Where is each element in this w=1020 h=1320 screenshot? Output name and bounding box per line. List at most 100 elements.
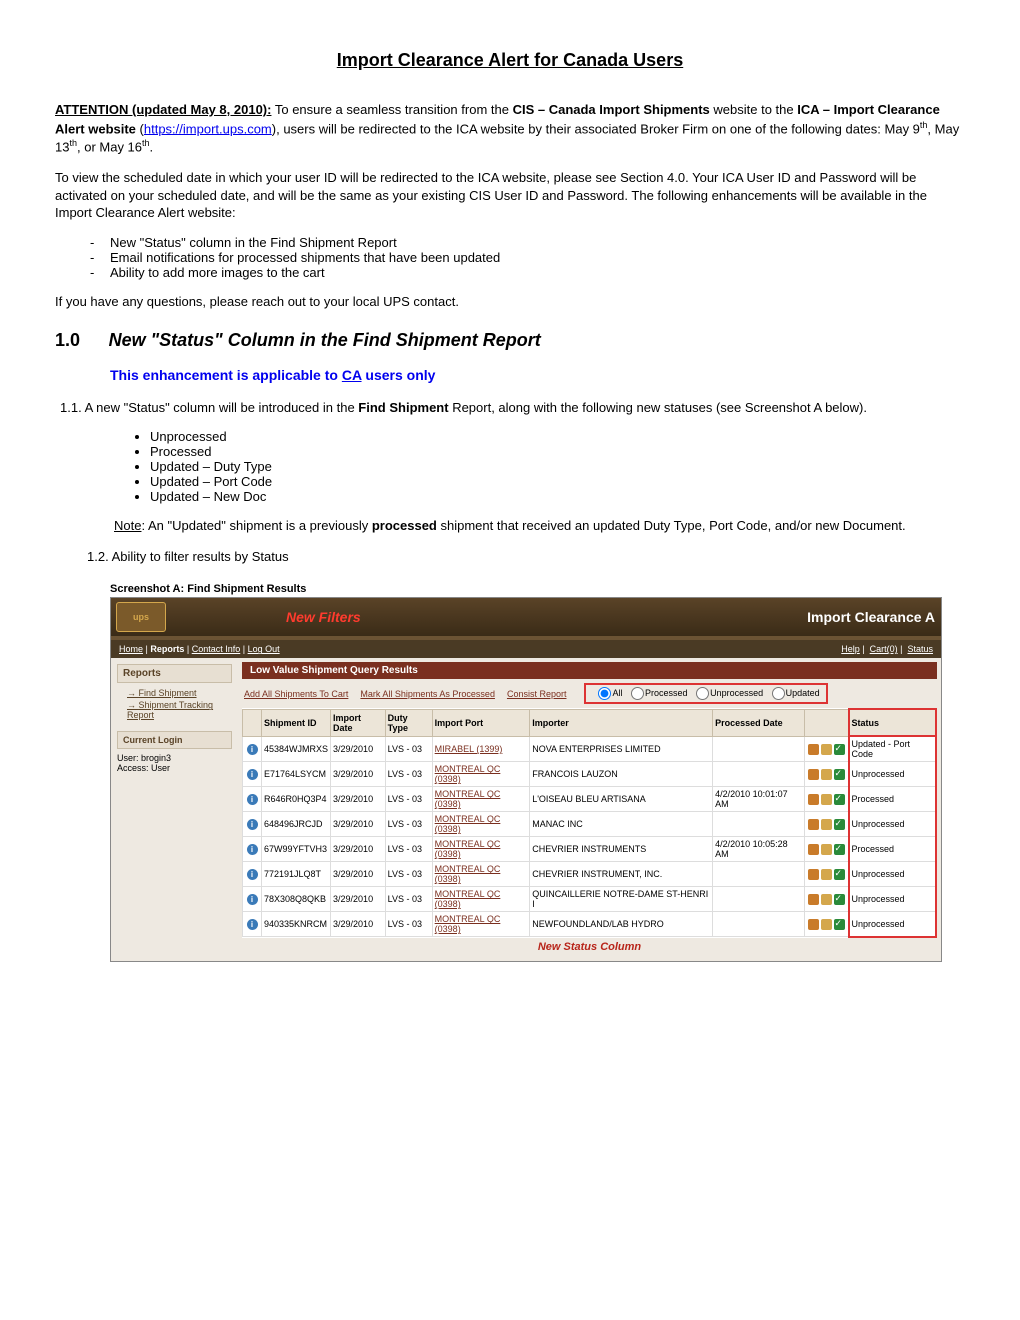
cell-port-link[interactable]: MONTREAL QC (0398)	[435, 789, 501, 809]
list-item: Updated – Port Code	[150, 474, 965, 489]
info-icon[interactable]: i	[247, 894, 258, 905]
col-shipment-id[interactable]: Shipment ID	[262, 709, 331, 736]
cell-port-link[interactable]: MONTREAL QC (0398)	[435, 889, 501, 909]
list-item: Email notifications for processed shipme…	[110, 250, 965, 265]
info-icon[interactable]: i	[247, 869, 258, 880]
info-icon[interactable]: i	[247, 769, 258, 780]
cart-icon[interactable]	[821, 844, 832, 855]
check-icon[interactable]	[834, 794, 845, 805]
cell-duty-type: LVS - 03	[385, 912, 432, 937]
filter-all-radio[interactable]	[598, 687, 611, 700]
mark-all-link[interactable]: Mark All Shipments As Processed	[360, 689, 495, 699]
cell-status: Processed	[849, 787, 936, 812]
cell-importer: L'OISEAU BLEU ARTISANA	[530, 787, 713, 812]
ica-link[interactable]: https://import.ups.com	[144, 121, 272, 136]
nav-status[interactable]: Status	[907, 644, 933, 654]
col-processed-date[interactable]: Processed Date	[713, 709, 804, 736]
folder-icon[interactable]	[808, 744, 819, 755]
status-list: Unprocessed Processed Updated – Duty Typ…	[55, 429, 965, 504]
col-importer[interactable]: Importer	[530, 709, 713, 736]
cell-duty-type: LVS - 03	[385, 736, 432, 762]
cell-port-link[interactable]: MONTREAL QC (0398)	[435, 814, 501, 834]
cell-port-link[interactable]: MIRABEL (1399)	[435, 744, 503, 754]
cell-port-link[interactable]: MONTREAL QC (0398)	[435, 839, 501, 859]
cell-shipment-id: 45384WJMRXS	[262, 736, 331, 762]
folder-icon[interactable]	[808, 894, 819, 905]
cell-processed-date: 4/2/2010 10:01:07 AM	[713, 787, 804, 812]
col-import-date[interactable]: Import Date	[331, 709, 386, 736]
folder-icon[interactable]	[808, 769, 819, 780]
filter-updated-radio[interactable]	[772, 687, 785, 700]
sidebar: Reports Find Shipment Shipment Tracking …	[111, 658, 238, 961]
nav-contact[interactable]: Contact Info	[192, 644, 241, 654]
screenshot-caption: Screenshot A: Find Shipment Results	[110, 583, 965, 595]
cart-icon[interactable]	[821, 744, 832, 755]
table-header-row: Shipment ID Import Date Duty Type Import…	[243, 709, 937, 736]
cart-icon[interactable]	[821, 869, 832, 880]
ups-logo: ups	[116, 602, 166, 632]
cell-importer: NEWFOUNDLAND/LAB HYDRO	[530, 912, 713, 937]
info-icon[interactable]: i	[247, 844, 258, 855]
check-icon[interactable]	[834, 919, 845, 930]
cell-shipment-id: 67W99YFTVH3	[262, 837, 331, 862]
cell-port-link[interactable]: MONTREAL QC (0398)	[435, 864, 501, 884]
nav-help[interactable]: Help	[841, 644, 860, 654]
check-icon[interactable]	[834, 819, 845, 830]
cell-importer: FRANCOIS LAUZON	[530, 762, 713, 787]
folder-icon[interactable]	[808, 819, 819, 830]
cell-importer: QUINCAILLERIE NOTRE-DAME ST-HENRI I	[530, 887, 713, 912]
nav-logout[interactable]: Log Out	[248, 644, 280, 654]
section-subtitle: This enhancement is applicable to CA use…	[110, 366, 965, 385]
cart-icon[interactable]	[821, 769, 832, 780]
list-item: Ability to add more images to the cart	[110, 265, 965, 280]
nav-reports[interactable]: Reports	[150, 644, 184, 654]
note-para: Note: An "Updated" shipment is a previou…	[114, 517, 965, 535]
nav-home[interactable]: Home	[119, 644, 143, 654]
cell-duty-type: LVS - 03	[385, 762, 432, 787]
consist-report-link[interactable]: Consist Report	[507, 689, 567, 699]
info-icon[interactable]: i	[247, 794, 258, 805]
add-all-link[interactable]: Add All Shipments To Cart	[244, 689, 348, 699]
new-status-callout: New Status Column	[242, 941, 937, 953]
list-item: New "Status" column in the Find Shipment…	[110, 235, 965, 250]
col-import-port[interactable]: Import Port	[432, 709, 530, 736]
cart-icon[interactable]	[821, 794, 832, 805]
check-icon[interactable]	[834, 769, 845, 780]
nav-cart[interactable]: Cart(0)	[870, 644, 898, 654]
check-icon[interactable]	[834, 894, 845, 905]
screenshot-a: ups New Filters Import Clearance A Home …	[110, 597, 942, 962]
info-icon[interactable]: i	[247, 819, 258, 830]
filter-unprocessed-radio[interactable]	[696, 687, 709, 700]
info-para: To view the scheduled date in which your…	[55, 169, 965, 222]
cart-icon[interactable]	[821, 919, 832, 930]
section-title: New "Status" Column in the Find Shipment…	[109, 328, 541, 352]
cell-processed-date	[713, 762, 804, 787]
list-item: Unprocessed	[150, 429, 965, 444]
table-row: i45384WJMRXS3/29/2010LVS - 03MIRABEL (13…	[243, 736, 937, 762]
cart-icon[interactable]	[821, 819, 832, 830]
info-icon[interactable]: i	[247, 744, 258, 755]
cell-port-link[interactable]: MONTREAL QC (0398)	[435, 764, 501, 784]
check-icon[interactable]	[834, 844, 845, 855]
cell-status: Unprocessed	[849, 762, 936, 787]
cell-status: Unprocessed	[849, 912, 936, 937]
folder-icon[interactable]	[808, 794, 819, 805]
check-icon[interactable]	[834, 869, 845, 880]
cell-shipment-id: E71764LSYCM	[262, 762, 331, 787]
folder-icon[interactable]	[808, 869, 819, 880]
cell-processed-date	[713, 887, 804, 912]
folder-icon[interactable]	[808, 919, 819, 930]
sidebar-tracking-report[interactable]: Shipment Tracking Report	[117, 699, 232, 721]
cell-port-link[interactable]: MONTREAL QC (0398)	[435, 914, 501, 934]
check-icon[interactable]	[834, 744, 845, 755]
col-duty-type[interactable]: Duty Type	[385, 709, 432, 736]
sidebar-find-shipment[interactable]: Find Shipment	[117, 687, 232, 699]
col-status[interactable]: Status	[849, 709, 936, 736]
cell-duty-type: LVS - 03	[385, 812, 432, 837]
cart-icon[interactable]	[821, 894, 832, 905]
results-table: Shipment ID Import Date Duty Type Import…	[242, 708, 937, 938]
folder-icon[interactable]	[808, 844, 819, 855]
info-icon[interactable]: i	[247, 919, 258, 930]
cell-importer: MANAC INC	[530, 812, 713, 837]
filter-processed-radio[interactable]	[631, 687, 644, 700]
